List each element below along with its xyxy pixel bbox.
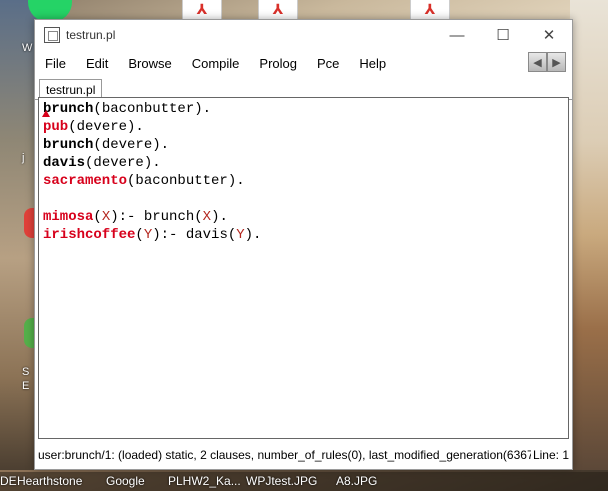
code-line[interactable]: brunch(devere). [43,136,564,154]
menu-prolog[interactable]: Prolog [259,56,297,71]
status-message: user:brunch/1: (loaded) static, 2 clause… [38,448,534,462]
desktop-icon-label: j [22,152,25,164]
code-token: ). [211,209,228,225]
code-token: brunch [43,137,94,153]
code-line[interactable]: sacramento(baconbutter). [43,172,564,190]
code-token: pub [43,119,69,135]
code-line[interactable]: brunch(baconbutter). [43,100,564,118]
desktop-label-row: DE Hearthstone Google PLHW2_Ka... WPJtes… [0,472,608,491]
desktop-icon-label: S [22,366,30,378]
code-line[interactable]: davis(devere). [43,154,564,172]
code-token: Y [143,227,153,243]
menu-bar: File Edit Browse Compile Prolog Pce Help… [35,50,572,76]
window-title: testrun.pl [66,28,116,42]
caret-marker-icon [42,110,50,117]
desktop-label[interactable]: PLHW2_Ka... [168,474,241,488]
desktop-background-right [570,0,608,470]
code-line[interactable] [43,190,564,208]
desktop-icon-label: E [22,380,30,392]
desktop-label[interactable]: Hearthstone [17,474,82,488]
close-button[interactable]: ✕ [526,20,572,50]
status-bar: user:brunch/1: (loaded) static, 2 clause… [38,444,569,466]
code-token: ( [93,209,102,225]
desktop-label[interactable]: Google [106,474,145,488]
code-token: mimosa [43,209,94,225]
navigation-arrows: ◀ ▶ [528,52,566,72]
maximize-button[interactable]: ☐ [480,20,526,50]
menu-compile[interactable]: Compile [192,56,240,71]
app-icon [44,27,60,43]
code-token: ( [135,227,144,243]
desktop-label[interactable]: WPJtest.JPG [246,474,317,488]
desktop-label[interactable]: A8.JPG [336,474,377,488]
forward-arrow-icon[interactable]: ▶ [547,52,566,72]
menu-help[interactable]: Help [359,56,386,71]
cursor-position: Line: 1 [530,444,569,466]
code-line[interactable]: pub(devere). [43,118,564,136]
editor-window: testrun.pl — ☐ ✕ File Edit Browse Compil… [34,19,573,470]
pdf-file-icon[interactable]: ⅄ [258,0,298,20]
menu-file[interactable]: File [45,56,66,71]
code-token: X [101,209,111,225]
pdf-file-icon[interactable]: ⅄ [410,0,450,20]
code-token: (devere). [85,155,161,171]
code-token: ):- davis( [152,227,237,243]
code-token: Y [236,227,245,243]
code-token: davis [43,155,86,171]
menu-edit[interactable]: Edit [86,56,108,71]
code-token: sacramento [43,173,128,189]
code-editor[interactable]: brunch(baconbutter). pub(devere). brunch(d… [38,97,569,439]
code-token: (baconbutter). [127,173,245,189]
code-token: (devere). [68,119,144,135]
desktop-label[interactable]: DE [0,474,17,488]
code-token: (devere). [93,137,170,153]
back-arrow-icon[interactable]: ◀ [528,52,547,72]
code-token: ):- brunch( [110,209,203,225]
code-token: brunch [43,101,94,117]
desktop-icon-label: W [22,42,33,54]
title-bar[interactable]: testrun.pl — ☐ ✕ [35,20,572,50]
minimize-button[interactable]: — [434,20,480,50]
code-token: X [202,209,212,225]
menu-pce[interactable]: Pce [317,56,339,71]
menu-browse[interactable]: Browse [128,56,171,71]
code-token: (baconbutter). [93,101,212,117]
code-token: ). [244,227,262,243]
code-line[interactable]: mimosa(X):- brunch(X). [43,208,564,226]
code-token: irishcoffee [43,227,136,243]
pdf-file-icon[interactable]: ⅄ [182,0,222,20]
code-line[interactable]: irishcoffee(Y):- davis(Y). [43,226,564,244]
